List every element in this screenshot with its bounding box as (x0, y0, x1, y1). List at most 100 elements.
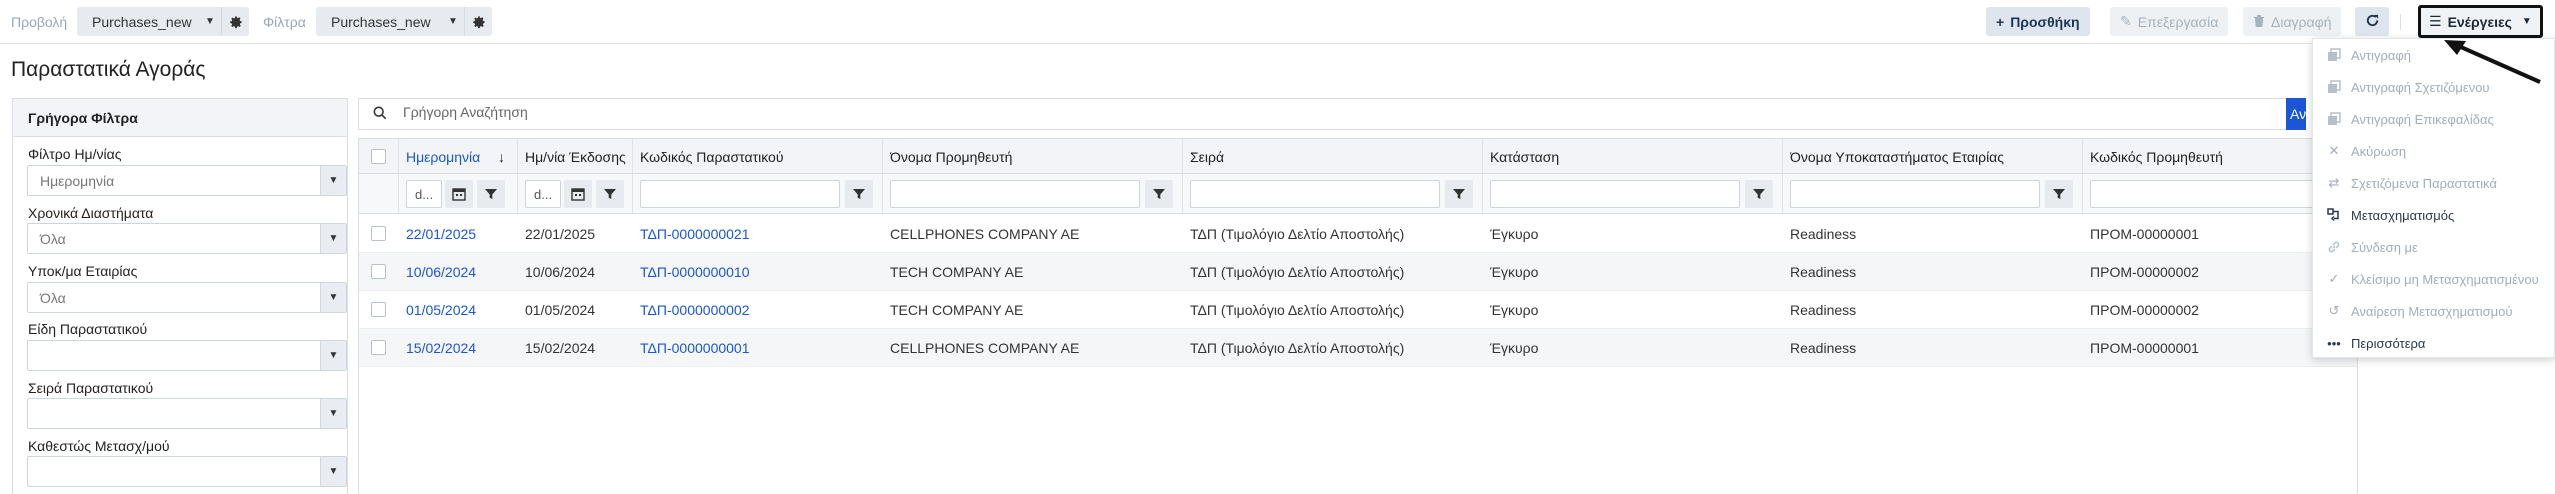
table-row[interactable]: 15/02/2024 15/02/2024 ΤΔΠ-0000000001 CEL… (359, 329, 2357, 367)
copy-icon (2327, 112, 2341, 126)
gear-icon[interactable] (464, 7, 492, 36)
menu-item-label: Αναίρεση Μετασχηματισμού (2351, 303, 2513, 319)
row-supplier-code: ΠΡΟΜ-00000001 (2090, 226, 2199, 242)
annotation-arrow-icon (2440, 38, 2550, 93)
menu-item-link-with[interactable]: Σύνδεση με (2313, 231, 2554, 263)
col-header-branch[interactable]: Όνομα Υποκαταστήματος Εταιρίας (1783, 139, 2083, 173)
search-input[interactable] (403, 104, 2203, 120)
view-select[interactable]: Purchases_new ▼ (77, 7, 249, 36)
chevron-down-icon[interactable]: ▼ (320, 283, 346, 312)
menu-item-close-untransformed[interactable]: ✓ Κλείσιμο μη Μετασχηματισμένου (2313, 263, 2554, 295)
filter-periods-value: Όλα (40, 231, 66, 247)
row-branch: Readiness (1790, 302, 1857, 318)
chevron-down-icon[interactable]: ▼ (320, 224, 346, 253)
filter-doc-types-select[interactable]: ▼ (27, 340, 347, 371)
row-code-link[interactable]: ΤΔΠ-0000000010 (640, 264, 750, 280)
row-checkbox[interactable] (371, 340, 386, 355)
filter-icon[interactable] (1145, 180, 1173, 208)
calendar-icon[interactable] (445, 180, 473, 208)
filter-series-select[interactable]: ▼ (27, 398, 347, 429)
row-issue-date: 15/02/2024 (525, 340, 596, 356)
row-checkbox[interactable] (371, 302, 386, 317)
search-button[interactable]: Αναζήτηση (2286, 98, 2306, 130)
menu-item-cancel[interactable]: ✕ Ακύρωση (2313, 135, 2554, 167)
menu-item-undo-transform[interactable]: ↺ Αναίρεση Μετασχηματισμού (2313, 295, 2554, 327)
filter-cell-code (633, 174, 883, 213)
row-issue-date: 22/01/2025 (525, 226, 596, 242)
col-header-issue-date[interactable]: Ημ/νία Έκδοσης (518, 139, 633, 173)
menu-item-more[interactable]: ••• Περισσότερα (2313, 327, 2554, 359)
row-date-link[interactable]: 10/06/2024 (406, 264, 476, 280)
row-supplier: TECH COMPANY AE (890, 264, 1024, 280)
filter-transform-select[interactable]: ▼ (27, 456, 347, 487)
calendar-icon[interactable] (564, 180, 592, 208)
filter-icon[interactable] (1745, 180, 1773, 208)
filter-cell-branch (1783, 174, 2083, 213)
filter-select[interactable]: Purchases_new ▼ (316, 7, 492, 36)
menu-item-label: Αντιγραφή Επικεφαλίδας (2351, 111, 2494, 127)
add-button[interactable]: + Προσθήκη (1986, 7, 2090, 36)
series-filter-input[interactable] (1190, 180, 1440, 208)
filter-periods-select[interactable]: Όλα ▼ (27, 223, 347, 254)
actions-button[interactable]: ☰ Ενέργειες ▼ (2418, 5, 2543, 38)
quick-filters-panel: Γρήγορα Φίλτρα Φίλτρο Ημ/νίας Ημερομηνία… (12, 98, 348, 494)
chevron-down-icon[interactable]: ▼ (320, 341, 346, 370)
filter-icon[interactable] (2045, 180, 2073, 208)
menu-item-related-docs[interactable]: ⇄ Σχετιζόμενα Παραστατικά (2313, 167, 2554, 199)
col-header-code[interactable]: Κωδικός Παραστατικού (633, 139, 883, 173)
pencil-icon: ✎ (2120, 13, 2132, 29)
gear-icon[interactable] (221, 7, 249, 36)
filter-spacer (359, 174, 399, 213)
select-all-checkbox[interactable] (371, 149, 386, 164)
view-label: Προβολή (11, 14, 68, 30)
row-date-link[interactable]: 22/01/2025 (406, 226, 476, 242)
col-header-series-label: Σειρά (1190, 149, 1225, 165)
delete-button-label: Διαγραφή (2271, 13, 2332, 30)
chevron-down-icon[interactable]: ▼ (320, 457, 346, 486)
row-code-link[interactable]: ΤΔΠ-0000000002 (640, 302, 750, 318)
row-checkbox[interactable] (371, 264, 386, 279)
filter-icon[interactable] (845, 180, 873, 208)
grid-header: Ημερομηνία ↓ Ημ/νία Έκδοσης Κωδικός Παρα… (359, 139, 2357, 174)
table-row[interactable]: 22/01/2025 22/01/2025 ΤΔΠ-0000000021 CEL… (359, 215, 2357, 253)
date-filter-input[interactable]: d... (406, 180, 442, 208)
row-checkbox[interactable] (371, 226, 386, 241)
chevron-down-icon[interactable]: ▼ (320, 166, 346, 195)
menu-item-copy-header[interactable]: Αντιγραφή Επικεφαλίδας (2313, 103, 2554, 135)
filter-cell-status (1483, 174, 1783, 213)
chevron-down-icon[interactable]: ▼ (199, 16, 221, 27)
row-date-link[interactable]: 01/05/2024 (406, 302, 476, 318)
row-code-link[interactable]: ΤΔΠ-0000000021 (640, 226, 750, 242)
filter-icon[interactable] (596, 180, 624, 208)
supplier-code-filter-input[interactable] (2090, 180, 2340, 208)
row-date-link[interactable]: 15/02/2024 (406, 340, 476, 356)
row-code-link[interactable]: ΤΔΠ-0000000001 (640, 340, 750, 356)
branch-filter-input[interactable] (1790, 180, 2040, 208)
col-header-series[interactable]: Σειρά (1183, 139, 1483, 173)
table-row[interactable]: 10/06/2024 10/06/2024 ΤΔΠ-0000000010 TEC… (359, 253, 2357, 291)
filter-cell-supplier (883, 174, 1183, 213)
filter-icon[interactable] (1445, 180, 1473, 208)
filter-doc-types-label: Είδη Παραστατικού (28, 321, 148, 337)
view-select-value: Purchases_new (92, 13, 192, 30)
refresh-button[interactable] (2355, 7, 2389, 36)
filter-cell-date: d... (399, 174, 518, 213)
issue-date-filter-input[interactable]: d... (525, 180, 561, 208)
chevron-down-icon[interactable]: ▼ (442, 16, 464, 27)
col-header-supplier[interactable]: Όνομα Προμηθευτή (883, 139, 1183, 173)
filter-branch-select[interactable]: Όλα ▼ (27, 282, 347, 313)
table-row[interactable]: 01/05/2024 01/05/2024 ΤΔΠ-0000000002 TEC… (359, 291, 2357, 329)
filter-date-select[interactable]: Ημερομηνία ▼ (27, 165, 347, 196)
status-filter-input[interactable] (1490, 180, 1740, 208)
col-header-status[interactable]: Κατάσταση (1483, 139, 1783, 173)
search-icon (373, 106, 387, 123)
col-header-date[interactable]: Ημερομηνία ↓ (399, 139, 518, 173)
supplier-filter-input[interactable] (890, 180, 1140, 208)
chevron-down-icon[interactable]: ▼ (320, 399, 346, 428)
filter-icon[interactable] (477, 180, 505, 208)
delete-button[interactable]: Διαγραφή (2243, 7, 2342, 36)
swap-icon: ⇄ (2328, 175, 2340, 190)
code-filter-input[interactable] (640, 180, 840, 208)
menu-item-transform[interactable]: Μετασχηματισμός (2313, 199, 2554, 231)
edit-button[interactable]: ✎ Επεξεργασία (2110, 7, 2229, 36)
